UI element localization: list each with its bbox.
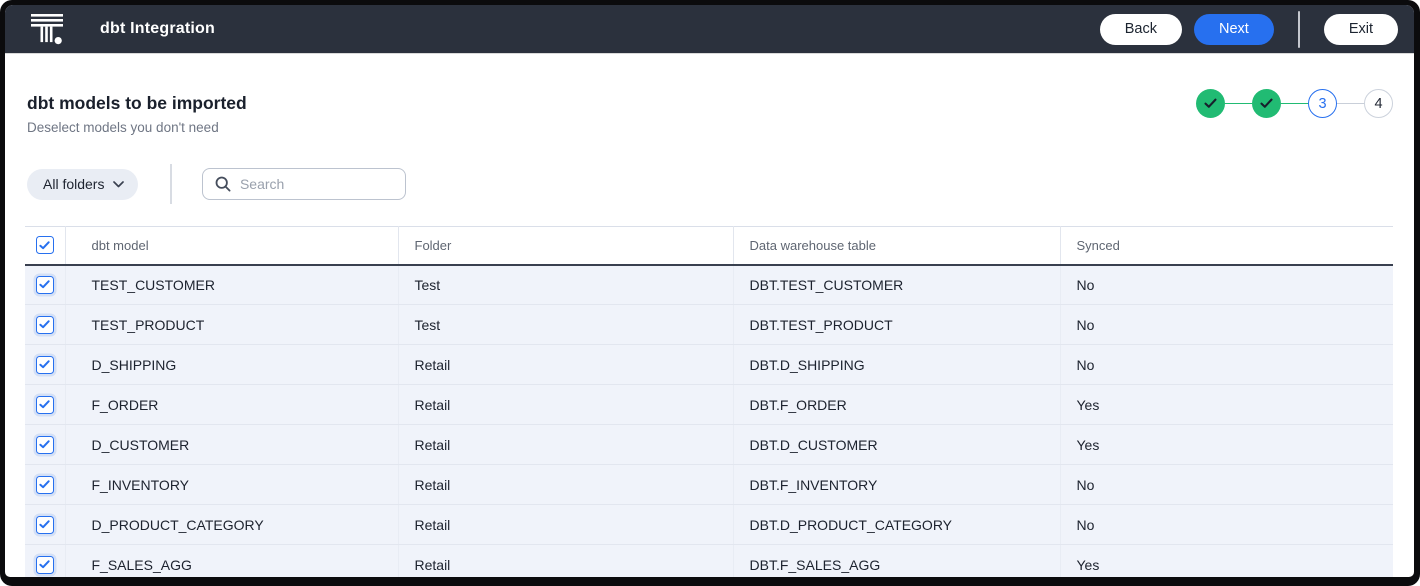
row-folder: Test xyxy=(398,265,733,305)
row-model: TEST_PRODUCT xyxy=(65,305,398,345)
row-checkbox[interactable] xyxy=(36,556,54,574)
stepper-step-3-current[interactable]: 3 xyxy=(1308,89,1337,118)
table-header-row: dbt model Folder Data warehouse table Sy… xyxy=(25,227,1393,265)
row-folder: Retail xyxy=(398,505,733,545)
row-warehouse-table: DBT.D_CUSTOMER xyxy=(733,425,1060,465)
search-input[interactable] xyxy=(240,176,395,192)
row-checkbox[interactable] xyxy=(36,476,54,494)
search-box xyxy=(202,168,406,200)
row-synced: No xyxy=(1060,505,1393,545)
column-header-folder[interactable]: Folder xyxy=(398,227,733,265)
page-subtitle: Deselect models you don't need xyxy=(27,119,1414,137)
row-checkbox[interactable] xyxy=(36,356,54,374)
table-row[interactable]: F_INVENTORY Retail DBT.F_INVENTORY No xyxy=(25,465,1393,505)
column-header-dbt-model[interactable]: dbt model xyxy=(65,227,398,265)
row-checkbox[interactable] xyxy=(36,316,54,334)
row-warehouse-table: DBT.D_SHIPPING xyxy=(733,345,1060,385)
topbar: dbt Integration Back Next Exit xyxy=(5,5,1414,53)
back-button[interactable]: Back xyxy=(1100,14,1182,45)
row-checkbox[interactable] xyxy=(36,276,54,294)
row-folder: Retail xyxy=(398,345,733,385)
folder-filter-label: All folders xyxy=(43,176,104,192)
window-frame: dbt Integration Back Next Exit dbt model… xyxy=(0,0,1420,586)
table-row[interactable]: TEST_CUSTOMER Test DBT.TEST_CUSTOMER No xyxy=(25,265,1393,305)
table-body: TEST_CUSTOMER Test DBT.TEST_CUSTOMER No … xyxy=(25,265,1393,578)
select-all-checkbox[interactable] xyxy=(36,236,54,254)
row-warehouse-table: DBT.F_INVENTORY xyxy=(733,465,1060,505)
stepper-step-1-complete[interactable] xyxy=(1196,89,1225,118)
stepper-connector xyxy=(1225,103,1252,105)
row-folder: Retail xyxy=(398,385,733,425)
table-row[interactable]: F_ORDER Retail DBT.F_ORDER Yes xyxy=(25,385,1393,425)
stepper: 3 4 xyxy=(1196,89,1393,118)
row-warehouse-table: DBT.D_PRODUCT_CATEGORY xyxy=(733,505,1060,545)
table-row[interactable]: F_SALES_AGG Retail DBT.F_SALES_AGG Yes xyxy=(25,545,1393,578)
row-warehouse-table: DBT.F_SALES_AGG xyxy=(733,545,1060,578)
row-synced: No xyxy=(1060,265,1393,305)
check-icon xyxy=(39,440,50,449)
stepper-step-4-upcoming[interactable]: 4 xyxy=(1364,89,1393,118)
stepper-connector xyxy=(1337,103,1364,105)
row-model: F_ORDER xyxy=(65,385,398,425)
row-folder: Test xyxy=(398,305,733,345)
row-warehouse-table: DBT.TEST_CUSTOMER xyxy=(733,265,1060,305)
stepper-step-2-complete[interactable] xyxy=(1252,89,1281,118)
table-row[interactable]: D_SHIPPING Retail DBT.D_SHIPPING No xyxy=(25,345,1393,385)
check-icon xyxy=(39,400,50,409)
column-header-warehouse-table[interactable]: Data warehouse table xyxy=(733,227,1060,265)
check-icon xyxy=(39,280,50,289)
row-synced: No xyxy=(1060,465,1393,505)
check-icon xyxy=(39,360,50,369)
check-icon xyxy=(39,320,50,329)
row-warehouse-table: DBT.F_ORDER xyxy=(733,385,1060,425)
check-icon xyxy=(39,480,50,489)
thoughtspot-logo-icon xyxy=(30,12,64,48)
next-button[interactable]: Next xyxy=(1194,14,1274,45)
topbar-actions: Back Next Exit xyxy=(1100,11,1398,48)
row-checkbox[interactable] xyxy=(36,396,54,414)
topbar-divider xyxy=(1298,11,1300,48)
row-folder: Retail xyxy=(398,425,733,465)
row-model: TEST_CUSTOMER xyxy=(65,265,398,305)
row-warehouse-table: DBT.TEST_PRODUCT xyxy=(733,305,1060,345)
row-folder: Retail xyxy=(398,465,733,505)
row-synced: No xyxy=(1060,305,1393,345)
folder-filter-dropdown[interactable]: All folders xyxy=(27,169,138,200)
filters-bar: All folders xyxy=(27,164,1414,204)
column-header-synced[interactable]: Synced xyxy=(1060,227,1393,265)
stepper-connector xyxy=(1281,103,1308,105)
row-checkbox[interactable] xyxy=(36,516,54,534)
filters-divider xyxy=(170,164,172,204)
row-model: F_INVENTORY xyxy=(65,465,398,505)
check-icon xyxy=(1260,98,1273,109)
table-row[interactable]: D_PRODUCT_CATEGORY Retail DBT.D_PRODUCT_… xyxy=(25,505,1393,545)
search-icon xyxy=(215,176,231,192)
row-model: F_SALES_AGG xyxy=(65,545,398,578)
window-title: dbt Integration xyxy=(100,20,215,38)
check-icon xyxy=(39,241,50,250)
table-row[interactable]: D_CUSTOMER Retail DBT.D_CUSTOMER Yes xyxy=(25,425,1393,465)
row-synced: Yes xyxy=(1060,385,1393,425)
check-icon xyxy=(39,560,50,569)
row-synced: No xyxy=(1060,345,1393,385)
row-model: D_CUSTOMER xyxy=(65,425,398,465)
check-icon xyxy=(1204,98,1217,109)
dbt-integration-window: dbt Integration Back Next Exit dbt model… xyxy=(5,5,1414,577)
row-synced: Yes xyxy=(1060,425,1393,465)
row-folder: Retail xyxy=(398,545,733,578)
row-synced: Yes xyxy=(1060,545,1393,578)
exit-button[interactable]: Exit xyxy=(1324,14,1398,45)
row-checkbox[interactable] xyxy=(36,436,54,454)
chevron-down-icon xyxy=(113,181,124,188)
table-row[interactable]: TEST_PRODUCT Test DBT.TEST_PRODUCT No xyxy=(25,305,1393,345)
row-model: D_SHIPPING xyxy=(65,345,398,385)
row-model: D_PRODUCT_CATEGORY xyxy=(65,505,398,545)
content-area: dbt models to be imported Deselect model… xyxy=(5,53,1414,577)
models-table: dbt model Folder Data warehouse table Sy… xyxy=(25,226,1393,577)
check-icon xyxy=(39,520,50,529)
